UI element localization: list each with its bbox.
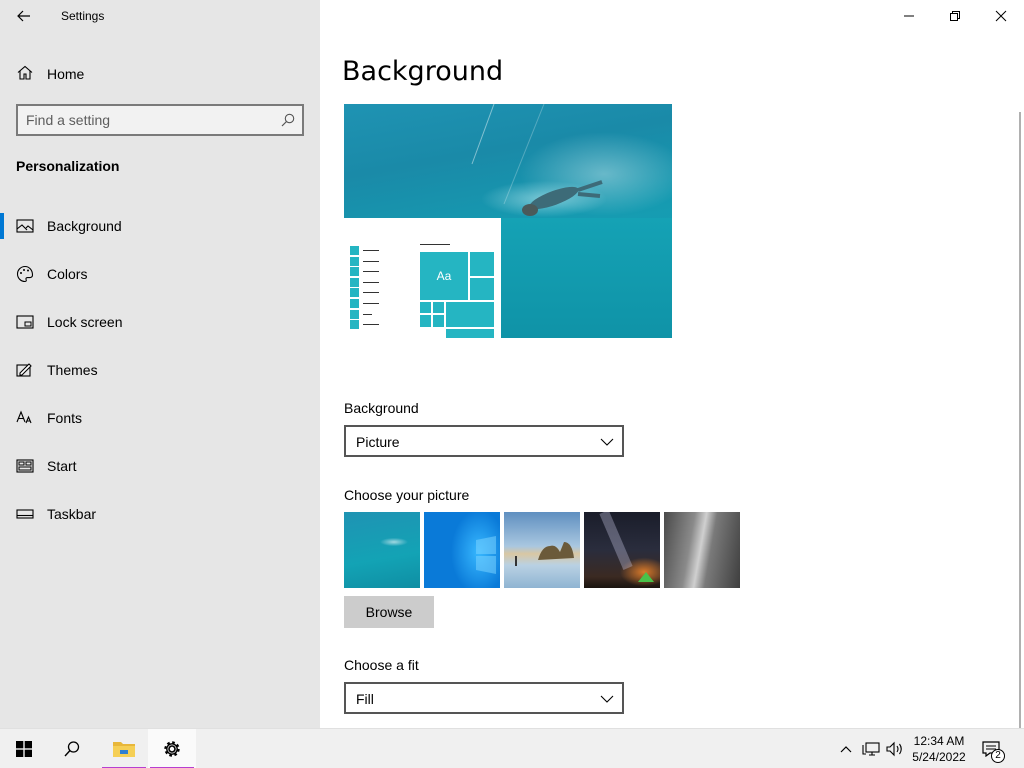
sidebar-item-taskbar[interactable]: Taskbar <box>0 490 320 538</box>
background-type-value: Picture <box>356 434 400 450</box>
chevron-up-icon <box>840 746 852 753</box>
preview-start-menu: Aa <box>344 218 501 338</box>
sidebar: Settings Home Personalization Background… <box>0 0 320 728</box>
sidebar-item-label: Start <box>47 458 77 474</box>
show-hidden-icons-button[interactable] <box>836 739 856 759</box>
windows-start-icon <box>16 741 32 757</box>
back-button[interactable] <box>8 4 40 28</box>
fonts-icon <box>16 410 32 424</box>
fit-value: Fill <box>356 691 374 707</box>
picture-thumbnail-night-sky[interactable] <box>584 512 660 588</box>
fit-dropdown[interactable]: Fill <box>344 682 624 714</box>
search-icon <box>64 741 80 757</box>
minimize-button[interactable] <box>886 0 932 32</box>
start-button[interactable] <box>0 729 48 768</box>
scrollbar[interactable] <box>1019 112 1021 728</box>
close-icon <box>995 10 1007 22</box>
sidebar-item-label: Fonts <box>47 410 83 426</box>
sidebar-item-label: Themes <box>47 362 98 378</box>
clock-date: 5/24/2022 <box>912 750 966 764</box>
choose-fit-label: Choose a fit <box>344 657 419 673</box>
picture-thumbnails <box>344 512 740 588</box>
network-tray-button[interactable] <box>861 739 881 759</box>
search-icon[interactable] <box>280 112 296 128</box>
settings-taskbar-button[interactable] <box>148 729 196 768</box>
close-button[interactable] <box>978 0 1024 32</box>
page-title: Background <box>342 56 504 87</box>
sidebar-item-lock-screen[interactable]: Lock screen <box>0 298 320 346</box>
windows-logo-icon <box>476 536 496 574</box>
preview-tile-text: Aa <box>436 269 452 283</box>
taskbar-clock[interactable]: 12:34 AM 5/24/2022 <box>906 733 972 765</box>
section-heading: Personalization <box>16 158 120 174</box>
speaker-icon <box>886 741 902 757</box>
chevron-down-icon <box>600 438 614 446</box>
search-box[interactable] <box>16 104 304 136</box>
background-type-dropdown[interactable]: Picture <box>344 425 624 457</box>
folder-icon <box>113 742 135 757</box>
tent-figure <box>599 512 654 582</box>
chevron-down-icon <box>600 695 614 703</box>
choose-picture-label: Choose your picture <box>344 487 470 503</box>
preview-app-list <box>350 246 380 331</box>
sidebar-home-label: Home <box>47 66 85 82</box>
background-preview: Aa <box>344 104 672 338</box>
sidebar-item-background[interactable]: Background <box>0 202 320 250</box>
picture-thumbnail-underwater[interactable] <box>344 512 420 588</box>
restore-icon <box>950 11 960 21</box>
sidebar-item-label: Taskbar <box>47 506 97 522</box>
home-icon <box>17 65 33 80</box>
lock-screen-icon <box>16 315 34 329</box>
window-controls <box>886 0 1024 32</box>
search-input[interactable] <box>26 110 276 130</box>
file-explorer-button[interactable] <box>100 729 148 768</box>
gear-icon <box>164 741 180 757</box>
sidebar-item-label: Colors <box>47 266 88 282</box>
themes-icon <box>16 363 32 377</box>
rocks-figure <box>515 542 574 566</box>
taskbar-icon <box>16 509 34 519</box>
minimize-icon <box>904 15 914 17</box>
restore-button[interactable] <box>932 0 978 32</box>
picture-thumbnail-waterfall[interactable] <box>664 512 740 588</box>
picture-icon <box>16 219 34 233</box>
clock-time: 12:34 AM <box>913 734 965 748</box>
volume-tray-button[interactable] <box>885 739 905 759</box>
app-title: Settings <box>61 9 105 23</box>
back-arrow-icon <box>17 10 30 22</box>
sidebar-home[interactable]: Home <box>0 58 320 88</box>
browse-button[interactable]: Browse <box>344 596 434 628</box>
sidebar-item-start[interactable]: Start <box>0 442 320 490</box>
palette-icon <box>17 265 34 283</box>
sidebar-item-label: Lock screen <box>47 314 123 330</box>
sidebar-item-themes[interactable]: Themes <box>0 346 320 394</box>
sidebar-item-label: Background <box>47 218 122 234</box>
network-icon <box>862 742 880 756</box>
start-icon <box>16 459 34 473</box>
background-type-label: Background <box>344 400 419 416</box>
notification-count-badge: 2 <box>991 749 1005 763</box>
sidebar-item-fonts[interactable]: Fonts <box>0 394 320 442</box>
taskbar: 12:34 AM 5/24/2022 2 <box>0 728 1024 768</box>
sidebar-item-colors[interactable]: Colors <box>0 250 320 298</box>
title-bar-left: Settings <box>0 0 320 32</box>
nav-list: Background Colors Lock screen Themes Fon… <box>0 202 320 538</box>
picture-thumbnail-beach-rocks[interactable] <box>504 512 580 588</box>
picture-thumbnail-windows-logo[interactable] <box>424 512 500 588</box>
taskbar-search-button[interactable] <box>48 729 96 768</box>
